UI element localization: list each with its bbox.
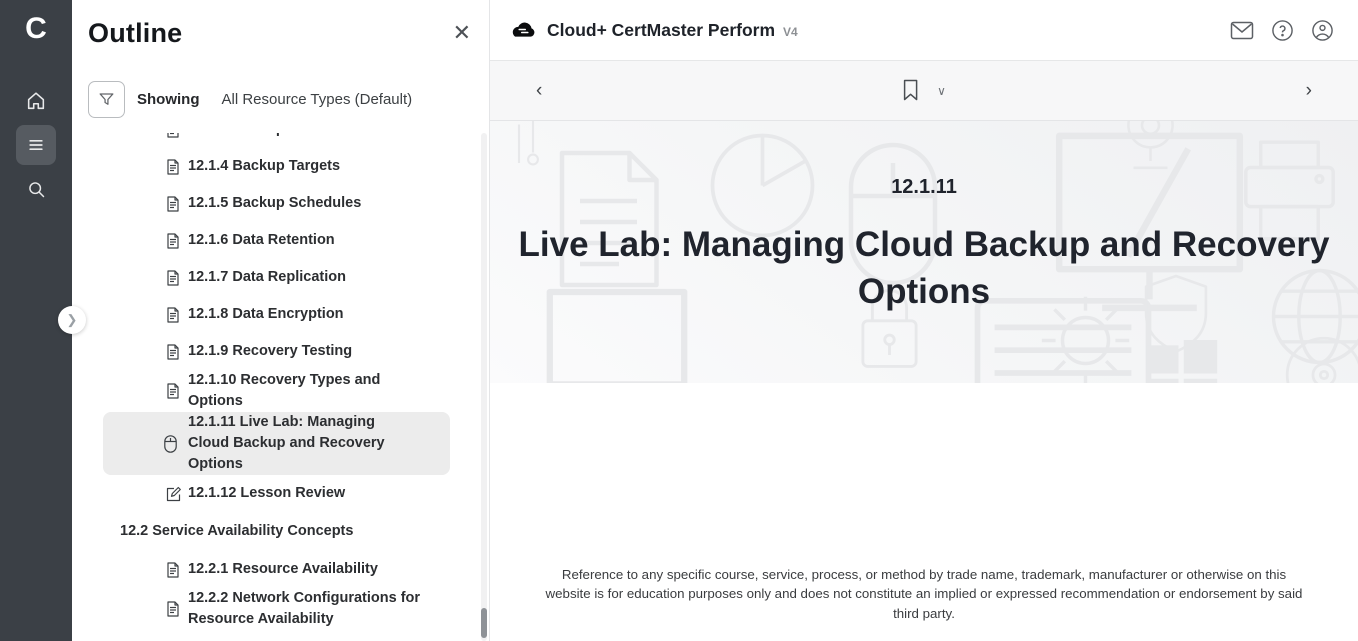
outline-item[interactable]: 12.1.8 Data Encryption <box>72 296 489 333</box>
outline-item[interactable]: 12.1.3 Backup Locations <box>72 133 489 148</box>
outline-scrollbar-thumb[interactable] <box>481 608 487 638</box>
lesson-hero-banner: 12.1.11 Live Lab: Managing Cloud Backup … <box>490 121 1358 383</box>
outline-item[interactable]: 12.2.1 Resource Availability <box>72 551 489 588</box>
document-icon <box>165 561 181 578</box>
bookmark-menu-button[interactable]: ∨ <box>937 84 946 98</box>
filter-showing-label: Showing <box>137 91 200 108</box>
outline-title: Outline <box>88 18 182 49</box>
outline-item[interactable]: 12.1.9 Recovery Testing <box>72 333 489 370</box>
document-icon <box>165 133 181 138</box>
outline-item-label: 12.1.11 Live Lab: Managing Cloud Backup … <box>188 412 408 475</box>
outline-item[interactable]: 12.1.12 Lesson Review <box>72 475 489 512</box>
messages-button[interactable] <box>1230 21 1254 40</box>
outline-item-label: 12.1.8 Data Encryption <box>188 304 344 325</box>
document-icon <box>165 269 181 286</box>
document-icon <box>165 232 181 249</box>
outline-item-label: 12.2.2 Network Configurations for Resour… <box>188 588 438 630</box>
outline-list: 12.1.3 Backup Locations 12.1.4 Backup Tar… <box>72 133 489 630</box>
outline-item[interactable]: 12.1.11 Live Lab: Managing Cloud Backup … <box>103 412 450 475</box>
home-icon <box>25 90 47 112</box>
close-icon: ✕ <box>453 20 471 45</box>
main-content: Cloud+ CertMaster Perform V4 <box>490 0 1358 641</box>
outline-item-label: 12.1.12 Lesson Review <box>188 483 345 504</box>
disclaimer-text: Reference to any specific course, servic… <box>538 565 1310 624</box>
outline-item[interactable]: 12.1.10 Recovery Types and Options <box>72 370 489 412</box>
outline-item-label: 12.2 Service Availability Concepts <box>120 521 353 542</box>
document-icon <box>165 306 181 323</box>
close-outline-button[interactable]: ✕ <box>453 22 471 44</box>
hamburger-menu-icon <box>26 135 46 155</box>
document-icon <box>165 383 181 400</box>
document-icon <box>165 195 181 212</box>
comptia-logo: C <box>25 10 47 48</box>
home-button[interactable] <box>16 81 56 121</box>
help-button[interactable] <box>1271 19 1294 42</box>
filter-value: All Resource Types (Default) <box>222 91 413 108</box>
outline-item[interactable]: 12.1.6 Data Retention <box>72 222 489 259</box>
bookmark-button[interactable] <box>902 79 919 102</box>
outline-item-label: 12.1.6 Data Retention <box>188 230 335 251</box>
outline-item[interactable]: 12.1.7 Data Replication <box>72 259 489 296</box>
course-header: Cloud+ CertMaster Perform V4 <box>490 0 1358 61</box>
outline-item-label: 12.2.1 Resource Availability <box>188 559 378 580</box>
outline-item-label: 12.1.5 Backup Schedules <box>188 193 361 214</box>
outline-item[interactable]: 12.2.2 Network Configurations for Resour… <box>72 588 489 630</box>
course-title: Cloud+ CertMaster Perform <box>547 20 775 41</box>
edit-icon <box>165 485 182 502</box>
filter-funnel-icon <box>97 90 116 109</box>
lesson-nav-bar: ‹ ∨ › <box>490 61 1358 121</box>
search-button[interactable] <box>16 169 56 209</box>
course-version-badge: V4 <box>783 25 798 39</box>
filter-button[interactable] <box>88 81 125 118</box>
mouse-icon <box>163 434 178 453</box>
document-icon <box>165 158 181 175</box>
disc-pattern-icon <box>1278 329 1358 383</box>
previous-lesson-button[interactable]: ‹ <box>536 81 542 100</box>
outline-item-label: 12.1.9 Recovery Testing <box>188 341 352 362</box>
outline-item-label: 12.1.10 Recovery Types and Options <box>188 370 438 412</box>
mail-icon <box>1230 21 1254 40</box>
outline-item[interactable]: 12.1.4 Backup Targets <box>72 148 489 185</box>
bookmark-icon <box>902 79 919 102</box>
outline-item-label: 12.1.4 Backup Targets <box>188 156 340 177</box>
outline-section-header[interactable]: 12.2 Service Availability Concepts <box>72 512 489 551</box>
account-button[interactable] <box>1311 19 1334 42</box>
windows-pattern-icon <box>1138 333 1226 383</box>
app-window: C ❯ Ou <box>0 0 1358 641</box>
outline-menu-button[interactable] <box>16 125 56 165</box>
document-icon <box>165 601 181 618</box>
next-lesson-button[interactable]: › <box>1306 81 1312 100</box>
lesson-number: 12.1.11 <box>490 176 1358 199</box>
outline-item-label: 12.1.7 Data Replication <box>188 267 346 288</box>
outline-item[interactable]: 12.1.5 Backup Schedules <box>72 185 489 222</box>
search-icon <box>26 179 47 200</box>
document-icon <box>165 343 181 360</box>
chevron-down-icon: ∨ <box>937 84 946 98</box>
outline-item-label: 12.1.3 Backup Locations <box>188 133 357 140</box>
lesson-body: Reference to any specific course, servic… <box>490 383 1358 641</box>
cloud-course-icon <box>510 19 537 41</box>
panel-toggle-button[interactable]: ❯ <box>58 306 86 334</box>
outline-scrollbar-track <box>481 133 487 641</box>
outline-list-viewport: 12.1.3 Backup Locations 12.1.4 Backup Tar… <box>72 133 489 641</box>
user-circle-icon <box>1311 19 1334 42</box>
outline-panel: Outline ✕ Showing All Resource Types (De… <box>72 0 490 641</box>
question-circle-icon <box>1271 19 1294 42</box>
lesson-title: Live Lab: Managing Cloud Backup and Reco… <box>509 221 1339 316</box>
chevron-right-icon: ❯ <box>67 312 78 328</box>
